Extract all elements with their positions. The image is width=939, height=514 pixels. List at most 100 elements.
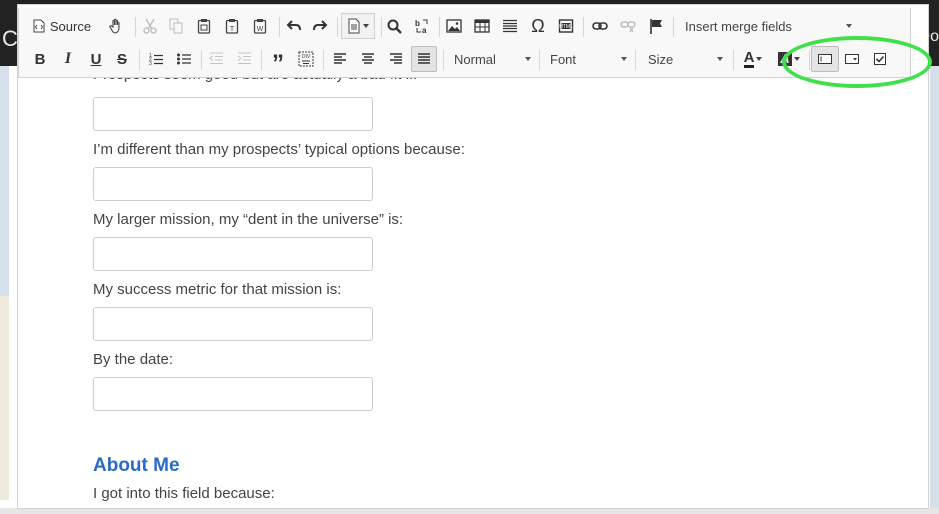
checkbox-icon	[874, 53, 886, 65]
document-icon	[347, 18, 361, 34]
replace-icon: ba	[414, 18, 430, 34]
field-label-2: My larger mission, my “dent in the unive…	[93, 211, 404, 228]
paste-text-button[interactable]: T	[221, 13, 243, 39]
text-input-2[interactable]	[93, 167, 373, 201]
underline-icon: U	[90, 50, 102, 68]
iframe-icon: HTML	[558, 18, 574, 34]
italic-button[interactable]: I	[57, 46, 79, 72]
paste-button[interactable]	[193, 13, 215, 39]
background-color-button[interactable]: A	[775, 46, 803, 72]
redo-button[interactable]	[309, 13, 331, 39]
flag-icon	[649, 18, 663, 34]
text-color-button[interactable]: A	[739, 46, 767, 72]
select-field-button[interactable]	[841, 46, 863, 72]
decrease-indent-button[interactable]	[205, 46, 227, 72]
toolbar-separator	[673, 17, 674, 37]
align-center-icon	[361, 53, 375, 65]
toolbar-separator	[139, 50, 140, 70]
field-label-4: By the date:	[93, 351, 174, 368]
editor-content-area[interactable]: Prospects seem good but are actually a b…	[17, 4, 929, 509]
source-button[interactable]: Source	[29, 13, 95, 39]
table-button[interactable]	[471, 13, 493, 39]
div-container-icon: DIV	[298, 51, 314, 67]
svg-text:W: W	[257, 26, 264, 33]
search-icon	[387, 19, 402, 34]
bold-button[interactable]: B	[29, 46, 51, 72]
format-select-label: Normal	[454, 51, 496, 67]
indent-icon	[237, 52, 251, 66]
undo-icon	[286, 19, 302, 33]
find-button[interactable]	[383, 13, 405, 39]
toolbar-separator	[539, 50, 540, 70]
unlink-button[interactable]	[617, 13, 639, 39]
underline-button[interactable]: U	[85, 46, 107, 72]
anchor-button[interactable]	[645, 13, 667, 39]
strikethrough-button[interactable]: S	[111, 46, 133, 72]
chevron-down-icon	[846, 24, 852, 28]
field-label-5: I got into this field because:	[93, 485, 275, 502]
text-input-4[interactable]	[93, 307, 373, 341]
paste-options-dropdown[interactable]	[341, 13, 375, 39]
toolbar-separator	[323, 50, 324, 70]
merge-fields-label: Insert merge fields	[685, 18, 792, 34]
text-input-1[interactable]	[93, 97, 373, 131]
checkbox-field-button[interactable]	[869, 46, 891, 72]
page-header-left-text: C	[2, 26, 18, 51]
font-select[interactable]: Font	[541, 46, 631, 72]
create-div-button[interactable]: DIV	[295, 46, 317, 72]
numbered-list-icon: 123	[149, 52, 163, 66]
increase-indent-button[interactable]	[233, 46, 255, 72]
select-field-icon	[845, 54, 859, 64]
copy-button[interactable]	[165, 13, 187, 39]
paste-word-button[interactable]: W	[249, 13, 271, 39]
replace-button[interactable]: ba	[411, 13, 433, 39]
link-button[interactable]	[589, 13, 611, 39]
text-field-icon	[818, 54, 832, 64]
redo-icon	[312, 19, 328, 33]
justify-button[interactable]	[411, 46, 437, 72]
text-field-button[interactable]	[811, 46, 839, 72]
scissors-icon	[143, 18, 157, 34]
image-icon	[446, 19, 462, 33]
image-button[interactable]	[443, 13, 465, 39]
hand-icon	[108, 18, 124, 34]
blockquote-button[interactable]: ”	[267, 46, 289, 77]
field-label-3: My success metric for that mission is:	[93, 281, 342, 298]
chevron-down-icon	[363, 24, 369, 28]
special-char-button[interactable]: Ω	[527, 13, 549, 39]
svg-text:b: b	[415, 19, 420, 28]
align-left-icon	[333, 53, 347, 65]
text-input-5[interactable]	[93, 377, 373, 411]
templates-button[interactable]	[105, 13, 127, 39]
justify-icon	[417, 53, 431, 65]
horizontal-rule-button[interactable]	[499, 13, 521, 39]
source-icon	[33, 19, 45, 33]
merge-fields-select[interactable]: Insert merge fields	[676, 13, 856, 39]
italic-icon: I	[64, 50, 72, 67]
format-select[interactable]: Normal	[445, 46, 535, 72]
size-select-label: Size	[648, 51, 674, 67]
unlink-icon	[620, 19, 636, 33]
section-heading-about-me: About Me	[93, 455, 180, 476]
svg-text:HTML: HTML	[559, 24, 573, 30]
bulleted-list-button[interactable]	[173, 46, 195, 72]
iframe-button[interactable]: HTML	[555, 13, 577, 39]
align-left-button[interactable]	[329, 46, 351, 72]
align-center-button[interactable]	[357, 46, 379, 72]
align-right-button[interactable]	[385, 46, 407, 72]
font-select-label: Font	[550, 51, 577, 67]
size-select[interactable]: Size	[639, 46, 727, 72]
toolbar-separator	[201, 50, 202, 70]
toolbar-separator	[583, 17, 584, 37]
text-input-3[interactable]	[93, 237, 373, 271]
numbered-list-button[interactable]: 123	[145, 46, 167, 72]
undo-button[interactable]	[283, 13, 305, 39]
clipboard-text-icon: T	[225, 18, 239, 34]
field-label-1: I’m different than my prospects’ typical…	[93, 141, 465, 158]
outdent-icon	[209, 52, 223, 66]
cut-button[interactable]	[139, 13, 161, 39]
toolbar-separator	[135, 17, 136, 37]
bulleted-list-icon	[177, 52, 191, 66]
table-icon	[474, 19, 490, 33]
link-icon	[592, 21, 608, 31]
